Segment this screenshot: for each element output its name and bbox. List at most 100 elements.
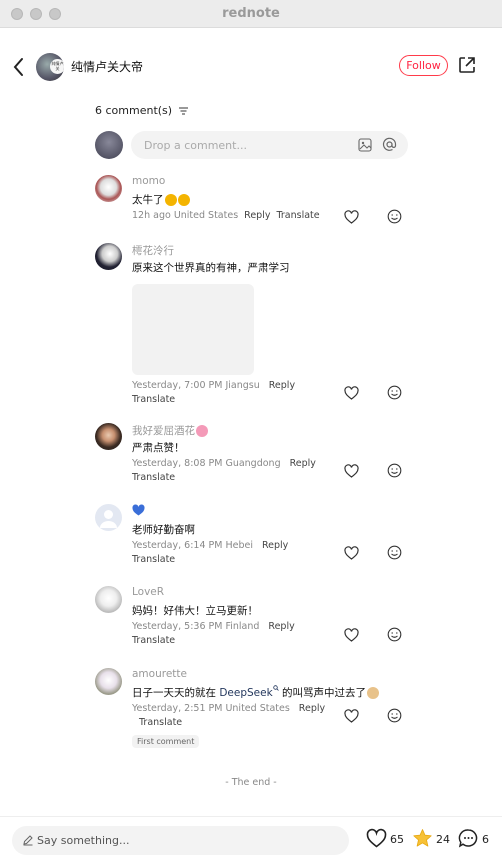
comment-time: Yesterday, 2:51 PM United States	[132, 703, 290, 714]
commenter-avatar[interactable]	[95, 175, 122, 202]
emoji-reaction-icon[interactable]	[387, 209, 402, 224]
comment-item: LoveR 妈妈！好伟大！立马更新！ Yesterday, 5:36 PM Fi…	[95, 586, 415, 651]
comment-text: 老师好勤奋啊	[132, 524, 195, 536]
comment-item: 我好爱屈酒花 严肃点赞！ Yesterday, 8:08 PM Guangdon…	[95, 423, 415, 488]
commenter-avatar[interactable]	[95, 504, 122, 531]
comment-item: momo 太牛了 12h ago United States Reply Trans…	[95, 175, 415, 225]
blue-heart-icon	[132, 504, 145, 516]
comment-time: Yesterday, 5:36 PM Finland	[132, 621, 260, 632]
comment-meta: 12h ago United States Reply Translate	[132, 210, 320, 221]
comment-input[interactable]: Drop a comment...	[131, 131, 408, 159]
emoji-reaction-icon[interactable]	[387, 627, 402, 642]
author-name[interactable]: 纯情卢关大帝	[71, 58, 143, 75]
reply-button[interactable]: Reply	[244, 210, 270, 221]
comment-meta: Yesterday, 6:14 PM Hebei Reply	[132, 540, 288, 551]
comment-text-content: 太牛了	[132, 194, 164, 206]
comment-text-prefix: 日子一天天的就在	[132, 687, 220, 699]
chat-bubble-icon	[458, 829, 478, 848]
commenter-name[interactable]: momo	[132, 175, 165, 187]
like-count: 65	[390, 833, 404, 846]
like-heart-icon[interactable]	[344, 628, 359, 642]
flower-emoji-icon	[196, 425, 208, 437]
commenter-name[interactable]: 我好爱屈酒花	[132, 423, 208, 438]
commenter-avatar[interactable]	[95, 423, 122, 450]
commenter-name[interactable]: 樗花泠行	[132, 243, 174, 258]
grinning-emoji-icon	[177, 194, 190, 206]
translate-button[interactable]: Translate	[132, 472, 175, 483]
like-heart-icon[interactable]	[344, 386, 359, 400]
author-avatar[interactable]: 纯情卢关	[36, 53, 64, 81]
deepseek-link[interactable]: DeepSeek	[219, 687, 272, 699]
commenter-name[interactable]	[132, 504, 145, 516]
emoji-reaction-icon[interactable]	[387, 708, 402, 723]
like-heart-icon[interactable]	[344, 210, 359, 224]
comment-item: amourette 日子一天天的就在 DeepSeek 的叫骂声中过去了 Yes…	[95, 668, 415, 753]
translate-button[interactable]: Translate	[132, 394, 175, 405]
comment-input-placeholder: Drop a comment...	[144, 139, 247, 152]
comment-meta: Yesterday, 7:00 PM Jiangsu Reply	[132, 380, 295, 391]
commenter-name[interactable]: amourette	[132, 668, 187, 680]
comment-count-label: 6 comment(s)	[95, 104, 173, 117]
comment-time: 12h ago United States	[132, 210, 239, 221]
reply-button[interactable]: Reply	[299, 703, 325, 714]
favorite-count-button[interactable]: 24	[412, 828, 452, 850]
bottom-action-bar: Say something... 65 24 6	[0, 816, 502, 859]
say-something-input[interactable]: Say something...	[12, 826, 349, 855]
comment-time: Yesterday, 7:00 PM Jiangsu	[132, 380, 260, 391]
translate-button[interactable]: Translate	[139, 717, 182, 728]
window-titlebar: rednote	[0, 0, 502, 28]
emoji-reaction-icon[interactable]	[387, 463, 402, 478]
comment-item: 樗花泠行 原来这个世界真的有神，严肃学习 Yesterday, 7:00 PM …	[95, 243, 415, 408]
translate-button[interactable]: Translate	[276, 210, 319, 221]
heart-icon	[366, 828, 387, 848]
comment-time: Yesterday, 8:08 PM Guangdong	[132, 458, 281, 469]
comment-count-button[interactable]: 6	[458, 828, 494, 850]
reply-button[interactable]: Reply	[262, 540, 288, 551]
share-icon[interactable]	[458, 56, 476, 74]
app-title: rednote	[222, 6, 280, 21]
like-heart-icon[interactable]	[344, 546, 359, 560]
author-avatar-badge: 纯情卢关	[50, 59, 64, 74]
like-heart-icon[interactable]	[344, 464, 359, 478]
like-heart-icon[interactable]	[344, 709, 359, 723]
emoji-reaction-icon[interactable]	[387, 385, 402, 400]
cat-emoji-icon	[367, 687, 380, 699]
comment-text-suffix: 的叫骂声中过去了	[278, 687, 367, 699]
reply-button[interactable]: Reply	[268, 621, 294, 632]
translate-button[interactable]: Translate	[132, 554, 175, 565]
default-user-icon	[100, 510, 117, 528]
pencil-icon	[23, 835, 33, 846]
sort-icon[interactable]	[178, 107, 188, 115]
end-of-list-label: - The end -	[225, 777, 277, 788]
commenter-avatar[interactable]	[95, 586, 122, 613]
comment-meta: Yesterday, 8:08 PM Guangdong Reply	[132, 458, 316, 469]
grinning-emoji-icon	[164, 194, 177, 206]
like-count-button[interactable]: 65	[366, 828, 406, 850]
comment-text: 严肃点赞！	[132, 442, 185, 454]
image-icon[interactable]	[358, 138, 372, 152]
comment-time: Yesterday, 6:14 PM Hebei	[132, 540, 253, 551]
emoji-reaction-icon[interactable]	[387, 545, 402, 560]
reply-button[interactable]: Reply	[290, 458, 316, 469]
commenter-name[interactable]: LoveR	[132, 586, 164, 598]
comment-text: 妈妈！好伟大！立马更新！	[132, 605, 258, 617]
favorite-count: 24	[436, 833, 450, 846]
follow-button[interactable]: Follow	[399, 55, 448, 76]
comment-meta: Yesterday, 2:51 PM United States Reply	[132, 703, 325, 714]
translate-button[interactable]: Translate	[132, 635, 175, 646]
commenter-name-text: 我好爱屈酒花	[132, 425, 195, 437]
commenter-avatar[interactable]	[95, 243, 122, 270]
star-icon	[413, 829, 432, 847]
commenter-avatar[interactable]	[95, 668, 122, 695]
post-header: 纯情卢关 纯情卢关大帝 Follow	[0, 28, 502, 104]
comment-count: 6 comment(s)	[95, 104, 188, 117]
comment-total: 6	[482, 833, 489, 846]
reply-button[interactable]: Reply	[269, 380, 295, 391]
comment-image[interactable]	[132, 284, 254, 375]
mention-icon[interactable]	[382, 137, 397, 152]
comment-text: 太牛了	[132, 192, 190, 207]
comment-text: 原来这个世界真的有神，严肃学习	[132, 262, 290, 274]
comment-item: 老师好勤奋啊 Yesterday, 6:14 PM Hebei Reply Tra…	[95, 504, 415, 569]
back-arrow-icon[interactable]	[10, 54, 28, 80]
comment-meta: Yesterday, 5:36 PM Finland Reply	[132, 621, 295, 632]
